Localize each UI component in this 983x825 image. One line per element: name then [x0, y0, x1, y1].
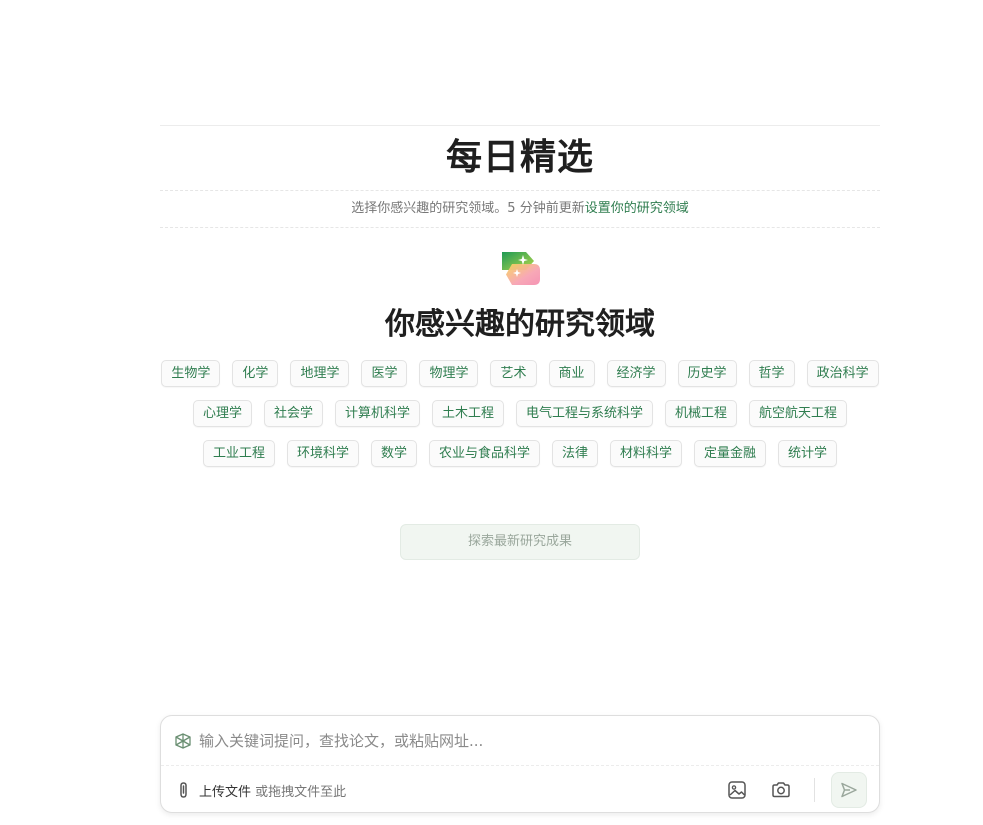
research-field-tag[interactable]: 工业工程: [202, 440, 275, 467]
camera-icon[interactable]: [770, 779, 792, 801]
sparkle-tags-icon: [502, 252, 540, 285]
research-field-tag[interactable]: 生物学: [161, 360, 221, 387]
research-field-tag[interactable]: 历史学: [677, 360, 737, 387]
upload-label: 上传文件 或拖拽文件至此: [199, 781, 346, 800]
research-field-tag[interactable]: 物理学: [419, 360, 479, 387]
research-field-tag[interactable]: 化学: [232, 360, 279, 387]
upload-file-link[interactable]: 上传文件: [199, 785, 251, 800]
research-field-tags: 生物学 化学 地理学 医学 物理学 艺术 商业 经济学 历史学 哲学 政治科学心理学 社会学 计算机科学…: [160, 360, 880, 467]
image-icon[interactable]: [726, 779, 748, 801]
page: 每日精选 选择你感兴趣的研究领域。5 分钟前更新设置你的研究领域 你感兴趣的研究…: [0, 0, 983, 825]
research-field-tag[interactable]: 政治科学: [806, 360, 879, 387]
query-input[interactable]: [199, 725, 867, 756]
research-field-tag[interactable]: 法律: [552, 440, 599, 467]
research-field-tag[interactable]: 数学: [370, 440, 417, 467]
page-title: 每日精选: [445, 136, 594, 178]
updated-time: 5 分钟前更新: [507, 201, 585, 216]
subtitle-divider: [160, 227, 880, 228]
research-field-tag[interactable]: 计算机科学: [334, 400, 420, 427]
research-field-tag[interactable]: 统计学: [778, 440, 838, 467]
research-field-tag[interactable]: 航空航天工程: [749, 400, 848, 427]
subtitle: 选择你感兴趣的研究领域。5 分钟前更新设置你的研究领域: [160, 196, 880, 222]
logo-icon: [175, 732, 191, 749]
explore-latest-research-button[interactable]: 探索最新研究成果: [400, 524, 640, 560]
research-field-tag[interactable]: 环境科学: [286, 440, 359, 467]
section-title: 你感兴趣的研究领域: [385, 307, 655, 342]
composer-toolbar: 上传文件 或拖拽文件至此: [161, 766, 879, 814]
drag-hint: 或拖拽文件至此: [251, 784, 347, 800]
send-icon: [841, 782, 857, 798]
research-field-tag[interactable]: 定量金融: [694, 440, 767, 467]
research-field-tag[interactable]: 心理学: [192, 400, 252, 427]
research-field-tag[interactable]: 哲学: [748, 360, 795, 387]
research-field-tag[interactable]: 艺术: [490, 360, 537, 387]
send-button[interactable]: [831, 772, 867, 808]
subtitle-text: 选择你感兴趣的研究领域。: [351, 201, 508, 216]
toolbar-separator: [814, 778, 815, 802]
research-field-tag[interactable]: 电气工程与系统科学: [516, 400, 654, 427]
research-field-tag[interactable]: 材料科学: [610, 440, 683, 467]
set-research-fields-link[interactable]: 设置你的研究领域: [585, 201, 689, 216]
top-divider: [160, 125, 880, 126]
research-field-tag[interactable]: 农业与食品科学: [428, 440, 540, 467]
research-field-tag[interactable]: 医学: [361, 360, 408, 387]
title-divider: [160, 190, 880, 191]
composer-input-row: [161, 716, 879, 765]
paperclip-icon[interactable]: [175, 780, 193, 800]
research-field-tag[interactable]: 社会学: [263, 400, 323, 427]
composer: 上传文件 或拖拽文件至此: [160, 715, 880, 813]
research-field-tag[interactable]: 地理学: [290, 360, 350, 387]
research-field-tag[interactable]: 商业: [548, 360, 595, 387]
research-field-tag[interactable]: 机械工程: [665, 400, 738, 427]
research-field-tag[interactable]: 土木工程: [431, 400, 504, 427]
research-field-tag[interactable]: 经济学: [606, 360, 666, 387]
